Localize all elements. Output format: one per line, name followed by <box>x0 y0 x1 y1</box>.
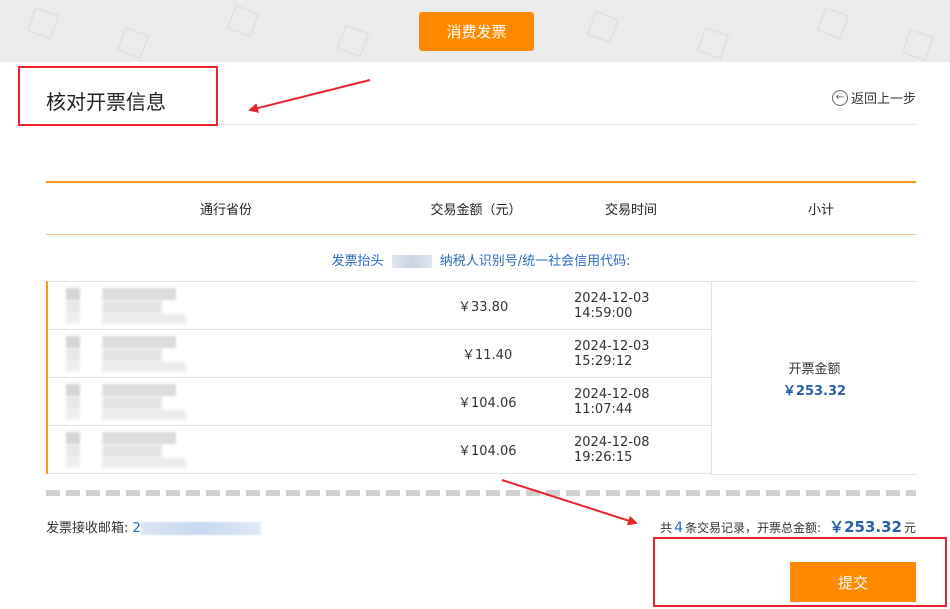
annotation-arrow-summary <box>501 479 638 526</box>
annotation-arrow-title <box>248 79 371 113</box>
annotation-arrows <box>248 79 638 526</box>
